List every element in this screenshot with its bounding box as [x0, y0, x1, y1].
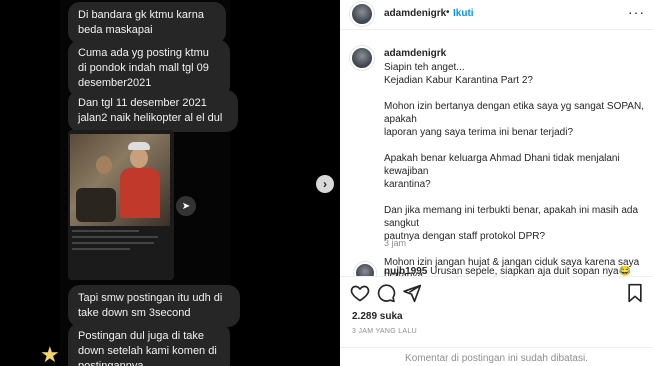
chat-bubble: Dan tgl 11 desember 2021 jalan2 naik hel…	[68, 90, 238, 132]
chat-bubble: Postingan dul juga di take down setelah …	[68, 323, 230, 366]
avatar[interactable]	[350, 2, 374, 26]
chat-bubble: Di bandara gk ktmu karna beda maskapai	[68, 2, 226, 44]
likes-count[interactable]: 2.289 suka	[352, 311, 403, 322]
post-header: adamdenigrk • Ikuti ···	[340, 0, 653, 30]
post-details-panel: adamdenigrk • Ikuti ··· adamdenigrk Siap…	[340, 0, 653, 366]
post-date: 3 JAM YANG LALU	[352, 328, 417, 335]
caption-text: Siapin teh anget... Kejadian Kabur Karan…	[384, 62, 644, 294]
comments-disabled-notice: Komentar di postingan ini sudah dibatasi…	[340, 347, 653, 366]
caption-avatar[interactable]	[350, 46, 374, 70]
bookmark-icon[interactable]	[625, 283, 645, 303]
chat-bubble: Cuma ada yg posting ktmu di pondok indah…	[68, 40, 230, 97]
helicopter-photo	[70, 134, 170, 226]
caption-username[interactable]: adamdenigrk	[384, 48, 446, 59]
next-slide-button[interactable]: ›	[316, 175, 334, 193]
separator-dot: •	[446, 7, 450, 18]
star-sticker-icon: ★	[40, 342, 60, 366]
header-username[interactable]: adamdenigrk	[384, 8, 446, 19]
more-options-icon[interactable]: ···	[628, 4, 645, 20]
action-bar: 2.289 suka 3 JAM YANG LALU Komentar di p…	[340, 276, 653, 366]
thumbnail-caption-lines	[72, 230, 168, 254]
follow-button[interactable]: Ikuti	[453, 8, 474, 19]
caption-timestamp: 3 jam	[384, 238, 407, 248]
shared-post-thumbnail	[68, 130, 174, 280]
send-icon: ➤	[176, 196, 196, 216]
share-icon[interactable]	[402, 283, 422, 303]
heart-icon[interactable]	[350, 283, 370, 303]
comment-icon[interactable]	[376, 283, 396, 303]
post-media[interactable]: Di bandara gk ktmu karna beda maskapai C…	[0, 0, 340, 366]
chat-bubble: Tapi smw postingan itu udh di take down …	[68, 285, 240, 327]
